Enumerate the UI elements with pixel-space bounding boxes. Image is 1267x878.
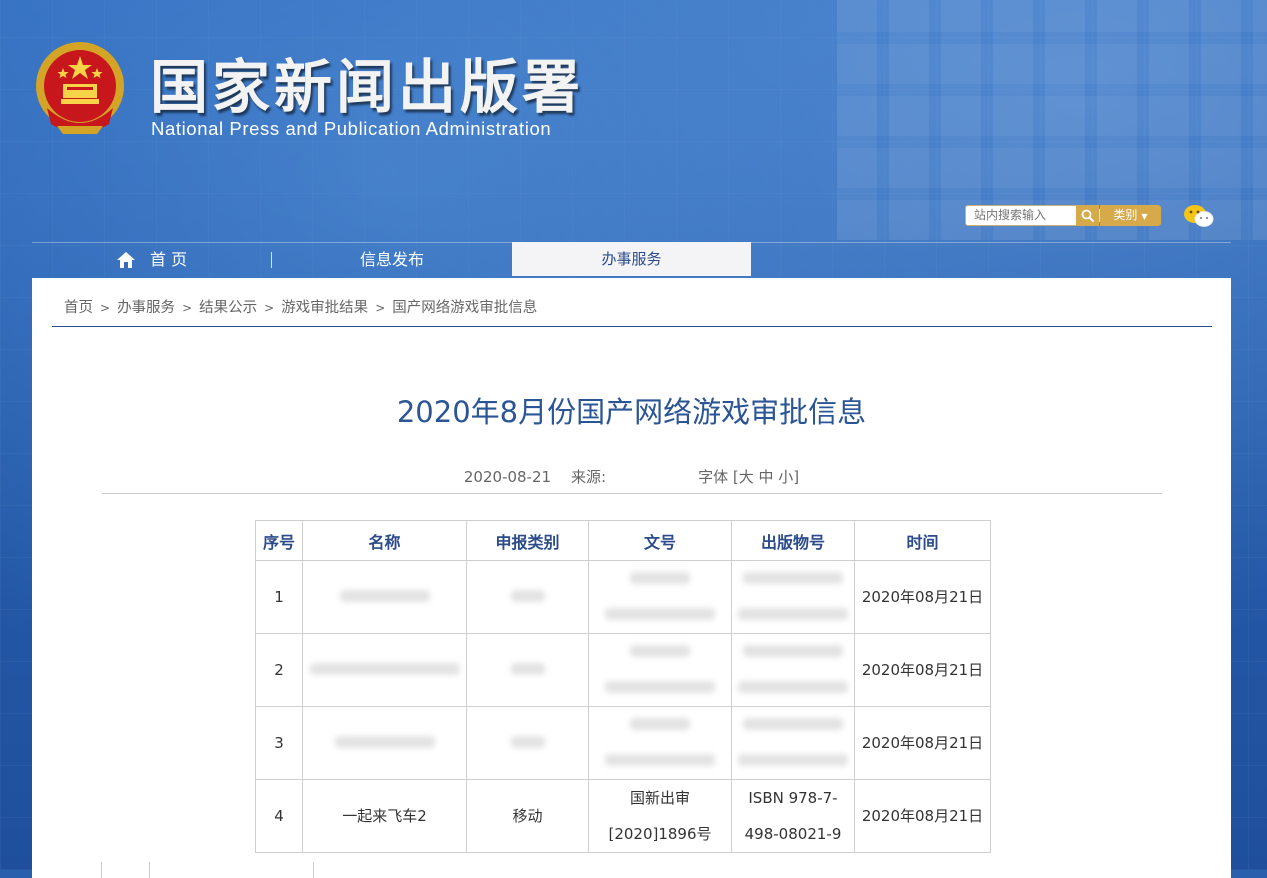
nav-home-label: 首 页 bbox=[150, 250, 188, 269]
cell-doc-line2: [2020]1896号 bbox=[608, 825, 712, 843]
search-button[interactable] bbox=[1076, 205, 1099, 226]
article-title: 2020年8月份国产网络游戏审批信息 bbox=[396, 395, 867, 429]
site-title-cn: 国家新闻出版署 bbox=[150, 53, 585, 121]
cell-date: 2020年08月21日 bbox=[854, 779, 991, 853]
breadcrumb-game-approval[interactable]: 游戏审批结果 bbox=[281, 300, 368, 316]
cell-isbn-redacted bbox=[731, 633, 855, 707]
breadcrumb-separator: > bbox=[100, 301, 111, 315]
cell-name-redacted bbox=[302, 633, 467, 707]
table-row: 3 2020年08月21日 bbox=[255, 706, 991, 780]
cell-doc-line1: 国新出审 bbox=[629, 789, 690, 807]
breadcrumb-results[interactable]: 结果公示 bbox=[199, 300, 257, 316]
national-emblem-icon[interactable] bbox=[33, 38, 127, 138]
cell-no: 2 bbox=[255, 633, 303, 707]
col-header-name: 名称 bbox=[302, 520, 467, 561]
cell-type-redacted bbox=[466, 706, 589, 780]
article-source: 来源: bbox=[571, 468, 607, 486]
main-nav: 首 页 信息发布 办事服务 bbox=[32, 242, 1231, 277]
nav-divider bbox=[271, 252, 272, 268]
search-bar: 类别▼ bbox=[965, 205, 1161, 226]
search-icon bbox=[1081, 209, 1094, 222]
breadcrumb-current[interactable]: 国产网络游戏审批信息 bbox=[392, 300, 537, 316]
table-row: 4 一起来飞车2 移动 国新出审 [2020]1896号 ISBN 978-7- 4… bbox=[255, 779, 991, 853]
cell-date: 2020年08月21日 bbox=[854, 633, 991, 707]
breadcrumb-underline bbox=[52, 326, 1212, 327]
breadcrumb-separator: > bbox=[182, 301, 193, 315]
meta-divider bbox=[102, 493, 1162, 494]
home-icon bbox=[117, 251, 135, 268]
cell-type: 移动 bbox=[466, 779, 589, 853]
col-header-no: 序号 bbox=[255, 520, 303, 561]
cell-isbn-line2: 498-08021-9 bbox=[744, 825, 842, 843]
cell-isbn-line1: ISBN 978-7- bbox=[748, 789, 838, 807]
cell-date: 2020年08月21日 bbox=[854, 706, 991, 780]
cell-no: 1 bbox=[255, 560, 303, 634]
cell-no: 3 bbox=[255, 706, 303, 780]
footer-partial-lines bbox=[101, 862, 341, 878]
article-date: 2020-08-21 bbox=[463, 468, 552, 486]
category-label: 类别 bbox=[1113, 208, 1138, 222]
col-header-date: 时间 bbox=[854, 520, 991, 561]
breadcrumb-separator: > bbox=[264, 301, 275, 315]
col-header-type: 申报类别 bbox=[466, 520, 589, 561]
table-header-row: 序号 名称 申报类别 文号 出版物号 时间 bbox=[255, 520, 991, 561]
cell-no: 4 bbox=[255, 779, 303, 853]
chevron-down-icon: ▼ bbox=[1141, 212, 1148, 221]
content-panel: 首页 > 办事服务 > 结果公示 > 游戏审批结果 > 国产网络游戏审批信息 2020年8月份国… bbox=[32, 278, 1231, 878]
col-header-isbn: 出版物号 bbox=[731, 520, 855, 561]
table-row: 2 2020年08月21日 bbox=[255, 633, 991, 707]
breadcrumb-separator: > bbox=[375, 301, 386, 315]
cell-date: 2020年08月21日 bbox=[854, 560, 991, 634]
wechat-icon[interactable] bbox=[1183, 203, 1215, 229]
site-title-en: National Press and Publication Administr… bbox=[151, 118, 552, 139]
table-row: 1 2020年08月21日 bbox=[255, 560, 991, 634]
cell-doc: 国新出审 [2020]1896号 bbox=[588, 779, 732, 853]
cell-isbn: ISBN 978-7- 498-08021-9 bbox=[731, 779, 855, 853]
cell-isbn-redacted bbox=[731, 560, 855, 634]
article-meta: 2020-08-21 来源: 字体 [大 中 小] bbox=[32, 466, 1231, 487]
approval-table: 序号 名称 申报类别 文号 出版物号 时间 1 2020年08月21日 2 20… bbox=[255, 520, 991, 853]
cell-doc-redacted bbox=[588, 706, 732, 780]
cell-name: 一起来飞车2 bbox=[302, 779, 467, 853]
col-header-doc: 文号 bbox=[588, 520, 732, 561]
cell-isbn-redacted bbox=[731, 706, 855, 780]
cell-type-redacted bbox=[466, 633, 589, 707]
nav-services[interactable]: 办事服务 bbox=[512, 242, 751, 276]
category-dropdown[interactable]: 类别 ▼ bbox=[1100, 205, 1161, 226]
cell-doc-redacted bbox=[588, 560, 732, 634]
nav-home[interactable]: 首 页 bbox=[116, 242, 187, 277]
cell-name-redacted bbox=[302, 706, 467, 780]
breadcrumb-home[interactable]: 首页 bbox=[64, 300, 93, 316]
cell-doc-redacted bbox=[588, 633, 732, 707]
cell-type-redacted bbox=[466, 560, 589, 634]
breadcrumb: 首页 > 办事服务 > 结果公示 > 游戏审批结果 > 国产网络游戏审批信息 bbox=[64, 296, 537, 317]
nav-info-release[interactable]: 信息发布 bbox=[360, 242, 424, 277]
font-size-switcher[interactable]: 字体 [大 中 小] bbox=[698, 468, 799, 486]
search-input[interactable] bbox=[965, 205, 1085, 226]
cell-name-redacted bbox=[302, 560, 467, 634]
breadcrumb-services[interactable]: 办事服务 bbox=[117, 300, 175, 316]
